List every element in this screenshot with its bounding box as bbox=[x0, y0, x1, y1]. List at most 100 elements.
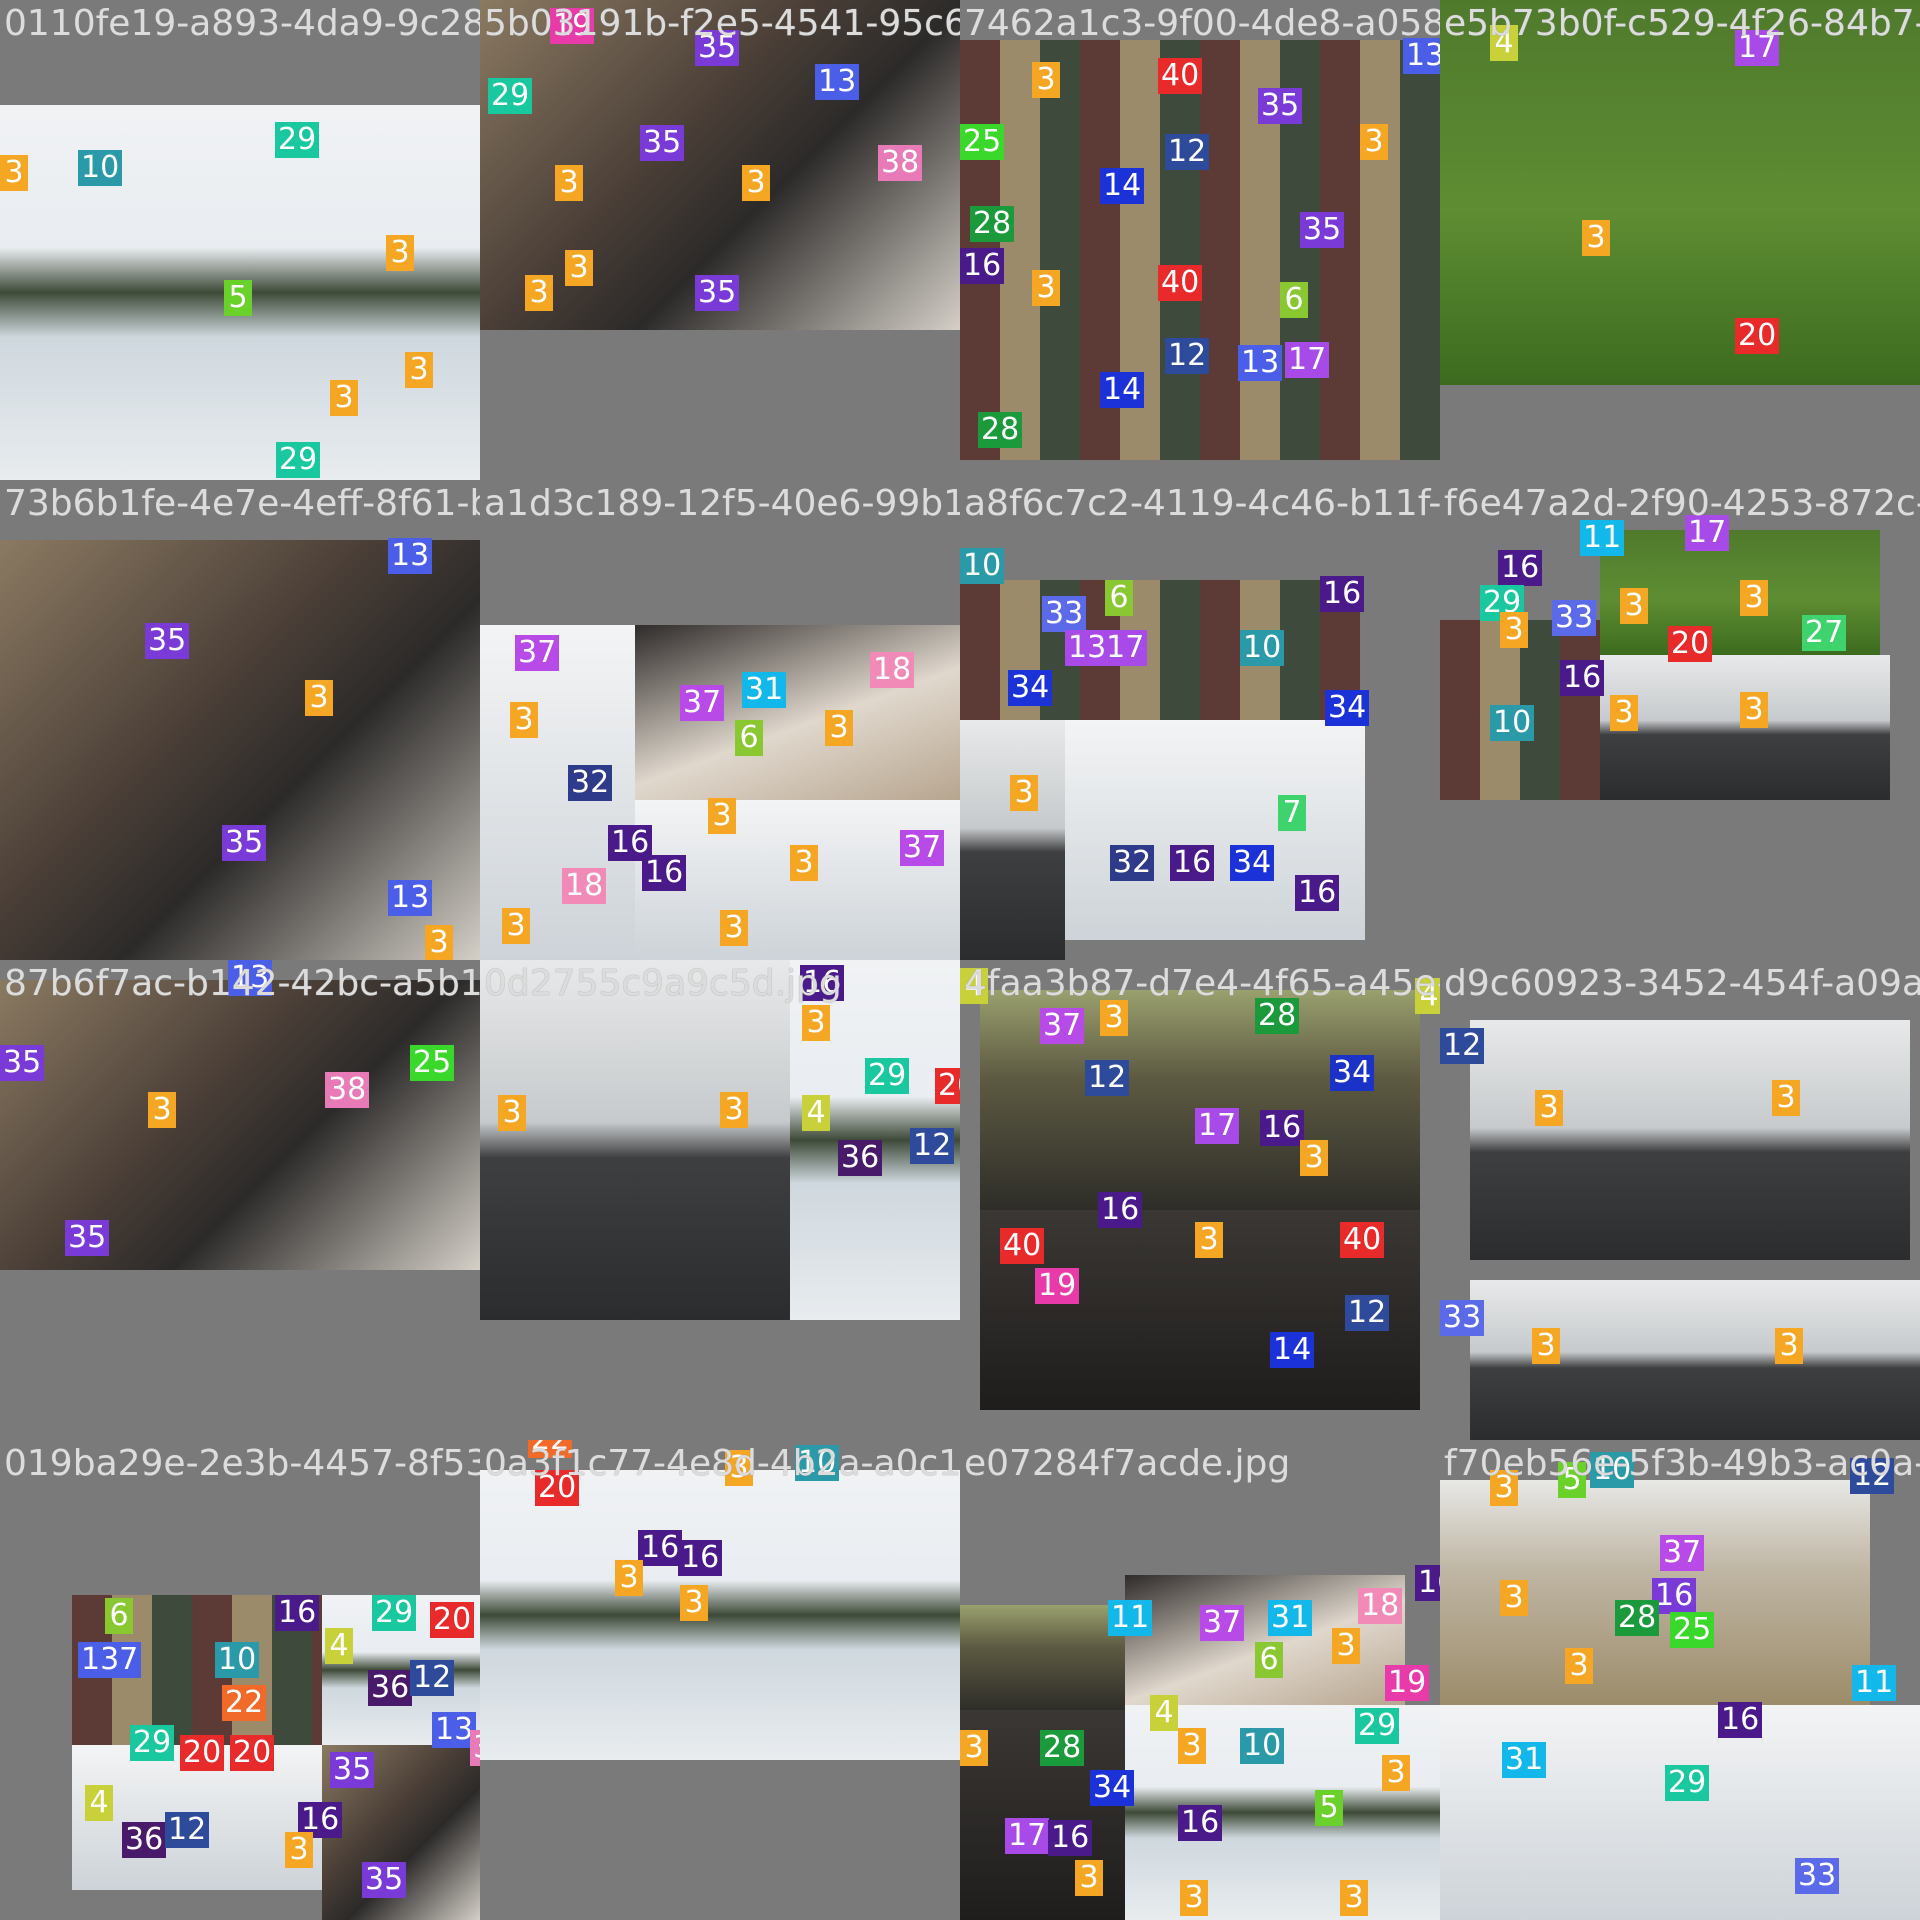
label-box: 3 bbox=[1032, 270, 1060, 306]
label-box: 25 bbox=[960, 124, 1005, 160]
label-box: 36 bbox=[368, 1670, 413, 1706]
label-box: 10 bbox=[960, 548, 1005, 584]
label-box: 3 bbox=[1340, 1880, 1368, 1916]
label-box: 16 bbox=[1295, 875, 1340, 911]
label-box: 16 bbox=[1260, 1110, 1305, 1146]
tile-filename: a1d3c189-12f5-40e6-99b1-28b9f6731160.jpg bbox=[484, 483, 960, 524]
label-box: 19 bbox=[1385, 1665, 1430, 1701]
label-box: 16 bbox=[1098, 1192, 1143, 1228]
label-box: 11 bbox=[1108, 1600, 1153, 1636]
label-box: 3 bbox=[1610, 695, 1638, 731]
photo-road bbox=[1470, 1020, 1910, 1260]
label-box: 40 bbox=[1340, 1222, 1385, 1258]
label-box: 16 bbox=[1718, 1702, 1763, 1738]
label-box: 38 bbox=[325, 1072, 370, 1108]
label-box: 14 bbox=[1100, 372, 1145, 408]
label-box: 29 bbox=[1665, 1765, 1710, 1801]
label-box: 16 bbox=[1170, 845, 1215, 881]
label-box: 3 bbox=[498, 1095, 526, 1131]
label-box: 20 bbox=[935, 1068, 960, 1104]
label-box: 16 bbox=[638, 1530, 683, 1566]
tile-filename: d9c60923-3452-454f-a09a-8b1c9f3e2d71.jpg bbox=[1444, 963, 1920, 1004]
label-box: 35 bbox=[145, 623, 190, 659]
tile-filename: 87b6f7ac-b142-42bc-a5b1-fd82756bae5d.jpg bbox=[4, 963, 480, 1004]
label-box: 33 bbox=[1042, 596, 1087, 632]
label-box: 3 bbox=[555, 165, 583, 201]
photo-street bbox=[960, 1605, 1125, 1710]
label-box: 3 bbox=[148, 1092, 176, 1128]
label-box: 37 bbox=[1200, 1605, 1245, 1641]
label-box: 3 bbox=[1500, 612, 1528, 648]
label-box: 12 bbox=[1085, 1060, 1130, 1096]
label-box: 3 bbox=[1775, 1328, 1803, 1364]
mosaic-grid: 0110fe19-a893-4da9-9c28-2b09b8ef3c0d.jpg… bbox=[0, 0, 1920, 1920]
label-box: 6 bbox=[1105, 580, 1133, 616]
label-box: 40 bbox=[1158, 58, 1203, 94]
label-box: 29 bbox=[130, 1725, 175, 1761]
label-box: 20 bbox=[230, 1735, 275, 1771]
label-box: 35 bbox=[330, 1752, 375, 1788]
label-box: 3 bbox=[0, 155, 28, 191]
label-box: 5 bbox=[1315, 1790, 1343, 1826]
mosaic-tile: f6e47a2d-2f90-4253-872c-6b07ad91e3f4.jpg… bbox=[1440, 480, 1920, 960]
label-box: 3 bbox=[1740, 580, 1768, 616]
label-box: 3 bbox=[1382, 1755, 1410, 1791]
label-box: 16 bbox=[1320, 576, 1365, 612]
label-box: 10 bbox=[1240, 630, 1285, 666]
label-box: 3 bbox=[1195, 1222, 1223, 1258]
label-box: 12 bbox=[910, 1128, 955, 1164]
label-box: 4 bbox=[802, 1095, 830, 1131]
label-box: 11 bbox=[1852, 1665, 1897, 1701]
label-box: 37 bbox=[1660, 1535, 1705, 1571]
mosaic-tile: a1d3c189-12f5-40e6-99b1-28b9f6731160.jpg… bbox=[480, 480, 960, 960]
label-box: 3 bbox=[386, 235, 414, 271]
label-box: 3 bbox=[802, 1005, 830, 1041]
label-box: 16 bbox=[275, 1595, 320, 1631]
label-box: 3 bbox=[1620, 588, 1648, 624]
label-box: 37 bbox=[515, 635, 560, 671]
tile-filename: 4faa3b87-d7e4-4f65-a45e-d9bc6927a5a5.jpg bbox=[964, 963, 1440, 1004]
label-box: 34 bbox=[1325, 690, 1370, 726]
label-box: 6 bbox=[105, 1598, 133, 1634]
tile-filename: f70eb56e-5f3b-49b3-ac0a-0e9d5a1b7c22.jpg bbox=[1444, 1443, 1920, 1484]
label-box: 19 bbox=[1035, 1268, 1080, 1304]
mosaic-tile: 87b6f7ac-b142-42bc-a5b1-fd82756bae5d.jpg… bbox=[0, 960, 480, 1440]
tile-filename: 019ba29e-2e3b-4457-8f53-f9f4a6d63d8b.jpg bbox=[4, 1443, 480, 1484]
label-box: 3 bbox=[615, 1560, 643, 1596]
label-box: 28 bbox=[978, 412, 1023, 448]
label-box: 33 bbox=[1440, 1300, 1485, 1336]
label-box: 3 bbox=[510, 702, 538, 738]
label-box: 31 bbox=[1502, 1742, 1547, 1778]
mosaic-tile: e07284f7acde.jpg 16 11 37 31 18 6 3 19 4… bbox=[960, 1440, 1440, 1920]
label-box: 16 bbox=[1498, 550, 1543, 586]
label-box: 3 bbox=[565, 250, 593, 286]
label-box: 16 bbox=[1048, 1820, 1093, 1856]
label-box: 12 bbox=[1165, 338, 1210, 374]
label-box: 40 bbox=[1000, 1228, 1045, 1264]
label-box: 25 bbox=[1670, 1612, 1715, 1648]
label-box: 34 bbox=[1090, 1770, 1135, 1806]
tile-filename: e07284f7acde.jpg bbox=[964, 1443, 1291, 1484]
label-box: 35 bbox=[0, 1045, 45, 1081]
label-box: 33 bbox=[1795, 1858, 1840, 1894]
label-box: 28 bbox=[1615, 1600, 1660, 1636]
mosaic-tile: d9c60923-3452-454f-a09a-8b1c9f3e2d71.jpg… bbox=[1440, 960, 1920, 1440]
label-box: 3 bbox=[720, 1092, 748, 1128]
label-box: 7 bbox=[1278, 795, 1306, 831]
label-box: 31 bbox=[742, 672, 787, 708]
label-box: 3 bbox=[825, 710, 853, 746]
photo-market bbox=[960, 40, 1440, 460]
label-box: 13 bbox=[815, 64, 860, 100]
label-box: 34 bbox=[1330, 1055, 1375, 1091]
label-box: 40 bbox=[1158, 265, 1203, 301]
label-box: 3 bbox=[330, 380, 358, 416]
photo-skatepark bbox=[480, 1470, 960, 1760]
label-box: 3 bbox=[1032, 62, 1060, 98]
label-box: 3 bbox=[680, 1585, 708, 1621]
label-box: 28 bbox=[970, 206, 1015, 242]
label-box: 12 bbox=[410, 1660, 455, 1696]
label-box: 29 bbox=[1355, 1708, 1400, 1744]
label-box: 16 bbox=[1415, 1565, 1440, 1601]
label-box: 29 bbox=[372, 1595, 417, 1631]
label-box: 17 bbox=[1285, 342, 1330, 378]
